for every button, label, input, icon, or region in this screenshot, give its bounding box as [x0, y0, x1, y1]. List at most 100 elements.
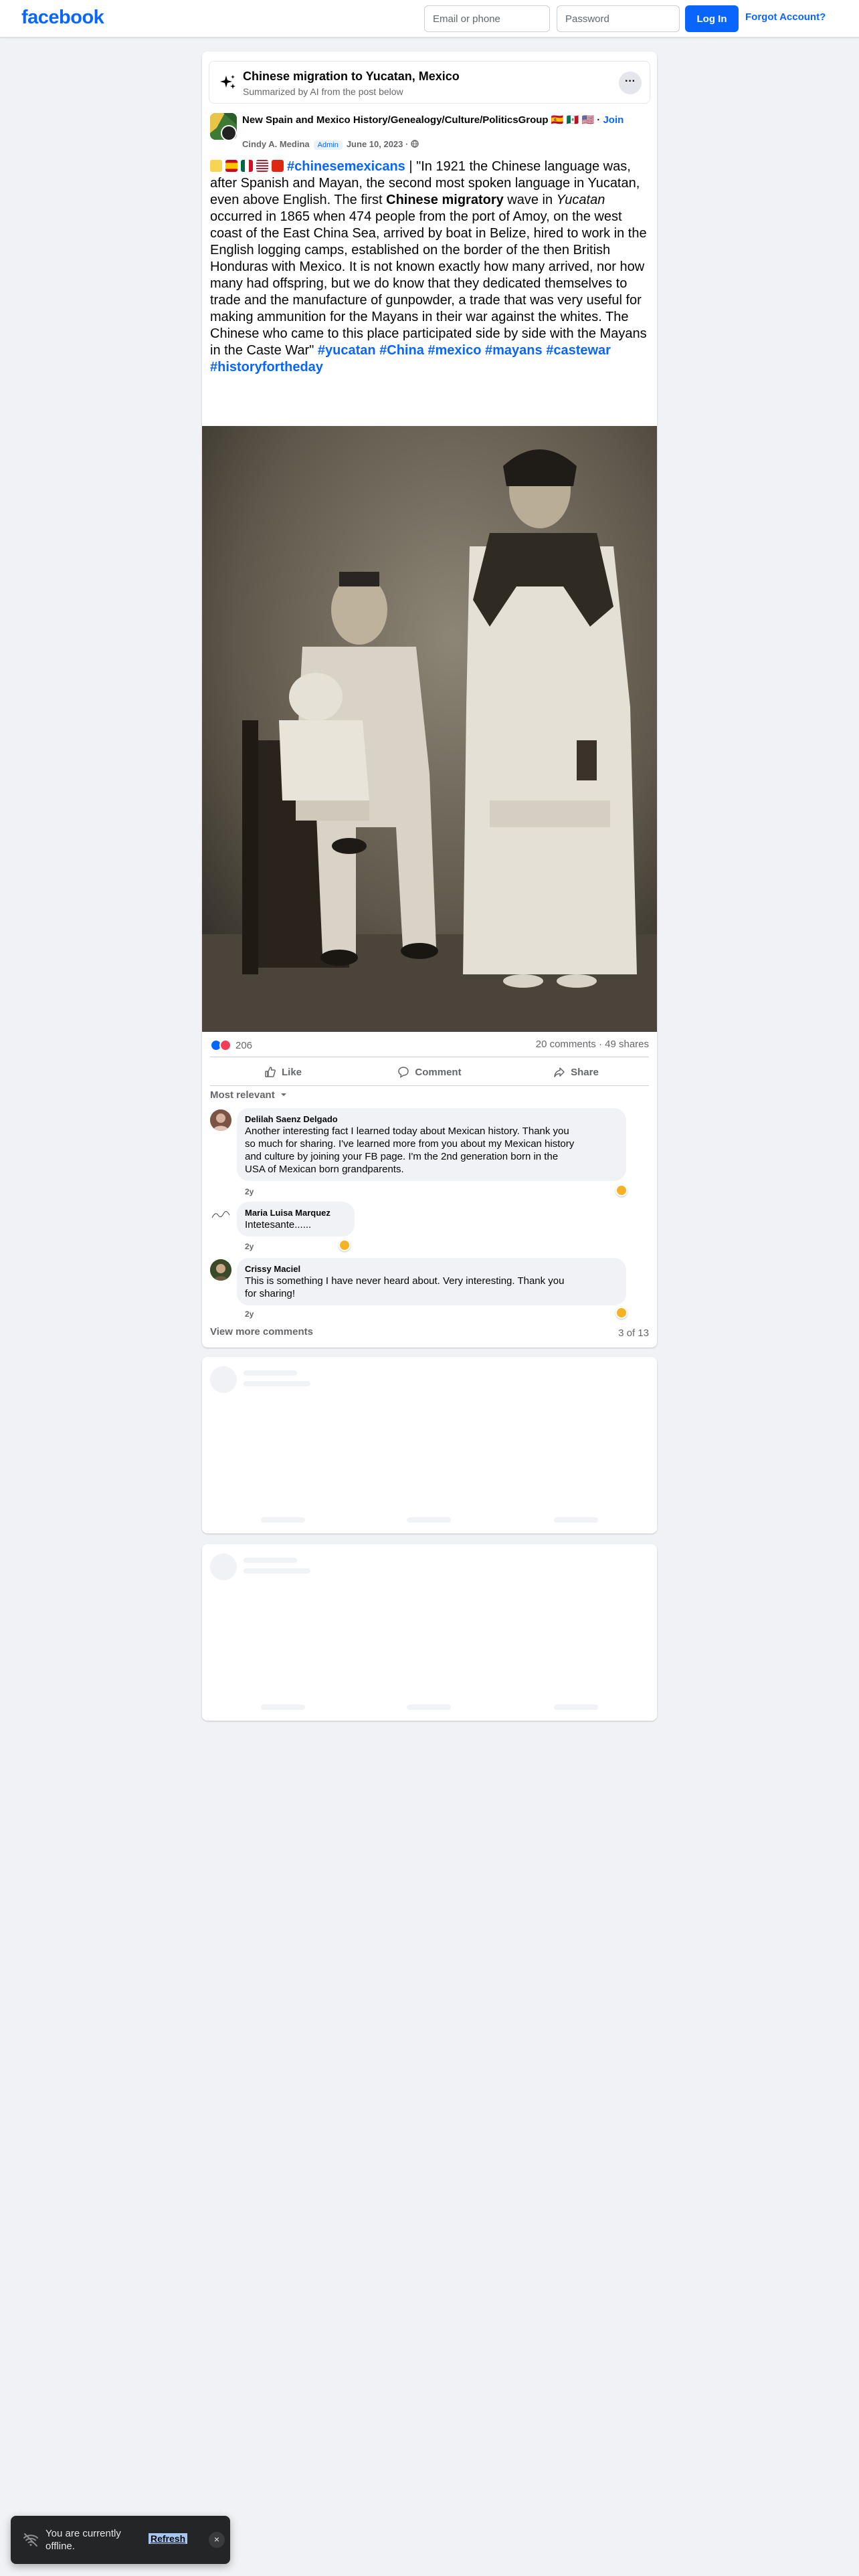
skeleton-line: [407, 1517, 451, 1523]
ai-summary-subtitle: Summarized by AI from the post below: [243, 86, 403, 97]
post-body: #chinesemexicans | "In 1921 the Chinese …: [210, 158, 652, 376]
commenter-avatar[interactable]: [210, 1259, 231, 1281]
spain-flag-icon: [225, 160, 237, 172]
top-navigation-bar: facebook Log In Forgot Account?: [0, 0, 859, 37]
love-reaction-icon: [219, 1039, 231, 1051]
email-field[interactable]: [424, 5, 550, 32]
star-emoji-icon: [210, 160, 222, 172]
comment-text-line: Another interesting fact I learned today…: [245, 1125, 569, 1137]
reaction-summary[interactable]: 206: [210, 1037, 252, 1053]
skeleton-line: [554, 1517, 598, 1523]
group-name[interactable]: New Spain and Mexico History/Genealogy/C…: [242, 114, 650, 126]
comment-bubble: Maria Luisa Marquez Intetesante......: [237, 1202, 355, 1237]
hashtag-link[interactable]: #mexico: [427, 343, 481, 358]
skeleton-line: [244, 1568, 310, 1574]
admin-badge: Admin: [313, 140, 343, 150]
wow-reaction-icon[interactable]: [339, 1239, 351, 1251]
comment-button[interactable]: Comment: [357, 1060, 502, 1084]
skeleton-line: [554, 1705, 598, 1710]
password-field[interactable]: [557, 5, 680, 32]
comment-time[interactable]: 2y: [245, 1309, 254, 1319]
comment-text-line: USA of Mexican born grandparents.: [245, 1164, 404, 1175]
hashtag-link[interactable]: #historyfortheday: [210, 360, 323, 374]
hashtag-link[interactable]: #chinesemexicans: [287, 159, 405, 174]
thumbs-up-icon: [265, 1067, 276, 1077]
no-wifi-icon: [23, 2533, 38, 2547]
mexico-flag-icon: [241, 160, 253, 172]
globe-icon: [411, 140, 419, 148]
reaction-count: 206: [235, 1039, 253, 1051]
commenter-name[interactable]: Crissy Maciel: [245, 1263, 618, 1275]
post-date[interactable]: June 10, 2023: [347, 139, 403, 149]
comment-time[interactable]: 2y: [245, 1242, 254, 1251]
close-icon[interactable]: ×: [209, 2532, 225, 2548]
skeleton-line: [244, 1370, 297, 1376]
skeleton-line: [407, 1705, 451, 1710]
login-button[interactable]: Log In: [685, 5, 739, 32]
like-button[interactable]: Like: [210, 1060, 356, 1084]
offline-toast: You are currently offline. Refresh ×: [11, 2516, 230, 2564]
facebook-logo[interactable]: facebook: [21, 7, 104, 29]
refresh-link[interactable]: Refresh: [149, 2533, 188, 2544]
ai-summary-box[interactable]: Chinese migration to Yucatan, Mexico Sum…: [209, 61, 650, 104]
post-text-italic: Yucatan: [556, 193, 605, 207]
wow-reaction-icon[interactable]: [615, 1307, 628, 1319]
hashtag-link[interactable]: #China: [379, 343, 424, 358]
post-text-segment: occurred in 1865 when 474 people from th…: [210, 209, 647, 358]
post-card: Chinese migration to Yucatan, Mexico Sum…: [202, 51, 657, 1348]
comment-text-line: and culture by joining your FB page. I'm…: [245, 1151, 559, 1162]
more-dots-icon[interactable]: ···: [619, 72, 642, 94]
comments-count[interactable]: 20 comments: [536, 1039, 596, 1050]
join-separator: ·: [594, 114, 603, 126]
hashtag-link[interactable]: #yucatan: [318, 343, 376, 358]
share-button[interactable]: Share: [503, 1060, 649, 1084]
sort-label: Most relevant: [210, 1089, 275, 1101]
comment-text-line: for sharing!: [245, 1288, 296, 1299]
sort-comments-dropdown[interactable]: Most relevant: [210, 1089, 287, 1101]
comment-text-line: so much for sharing. I've learned more f…: [245, 1138, 575, 1150]
skeleton-avatar: [210, 1553, 237, 1580]
author-name[interactable]: Cindy A. Medina: [242, 139, 310, 149]
shares-count[interactable]: 49 shares: [605, 1039, 649, 1050]
share-arrow-icon: [554, 1067, 565, 1077]
hashtag-link[interactable]: #mayans: [485, 343, 543, 358]
comment-bubble: Delilah Saenz Delgado Another interestin…: [237, 1108, 626, 1181]
post-text-bold: Chinese migratory: [386, 193, 504, 207]
post-meta: Cindy A. Medina Admin June 10, 2023 ·: [242, 139, 419, 150]
usa-flag-icon: [256, 160, 268, 172]
view-more-comments-link[interactable]: View more comments: [210, 1326, 313, 1337]
loading-post-placeholder: [202, 1544, 657, 1721]
comment-text-line: Intetesante......: [245, 1219, 312, 1230]
like-label: Like: [281, 1066, 302, 1078]
author-avatar[interactable]: [221, 125, 237, 141]
skeleton-line: [244, 1558, 297, 1563]
commenter-name[interactable]: Maria Luisa Marquez: [245, 1207, 347, 1218]
china-flag-icon: [272, 160, 284, 172]
sparkle-icon: [220, 75, 235, 89]
skeleton-line: [261, 1517, 305, 1523]
comment-time[interactable]: 2y: [245, 1187, 254, 1196]
post-stats: 20 comments · 49 shares: [535, 1039, 649, 1050]
comment-bubble: Crissy Maciel This is something I have n…: [237, 1258, 626, 1305]
group-name-text[interactable]: New Spain and Mexico History/Genealogy/C…: [242, 114, 594, 126]
skeleton-line: [261, 1705, 305, 1710]
comment-bubble-icon: [398, 1067, 409, 1078]
forgot-account-link[interactable]: Forgot Account?: [745, 11, 826, 23]
hashtag-link[interactable]: #castewar: [546, 343, 611, 358]
ai-summary-title: Chinese migration to Yucatan, Mexico: [243, 70, 460, 83]
comment-label: Comment: [415, 1066, 462, 1078]
share-label: Share: [571, 1066, 599, 1078]
divider: [210, 1085, 649, 1086]
wow-reaction-icon[interactable]: [615, 1184, 628, 1196]
comment-text-line: This is something I have never heard abo…: [245, 1275, 565, 1287]
loading-post-placeholder: [202, 1357, 657, 1533]
commenter-avatar[interactable]: [210, 1203, 231, 1224]
commenter-avatar[interactable]: [210, 1109, 231, 1131]
join-group-link[interactable]: Join: [603, 114, 624, 126]
post-text-segment: wave in: [503, 193, 557, 207]
family-portrait-image: [202, 426, 657, 1032]
commenter-name[interactable]: Delilah Saenz Delgado: [245, 1113, 618, 1125]
comments-shown-count: 3 of 13: [618, 1327, 649, 1339]
post-photo[interactable]: [202, 426, 657, 1032]
skeleton-line: [244, 1381, 310, 1386]
